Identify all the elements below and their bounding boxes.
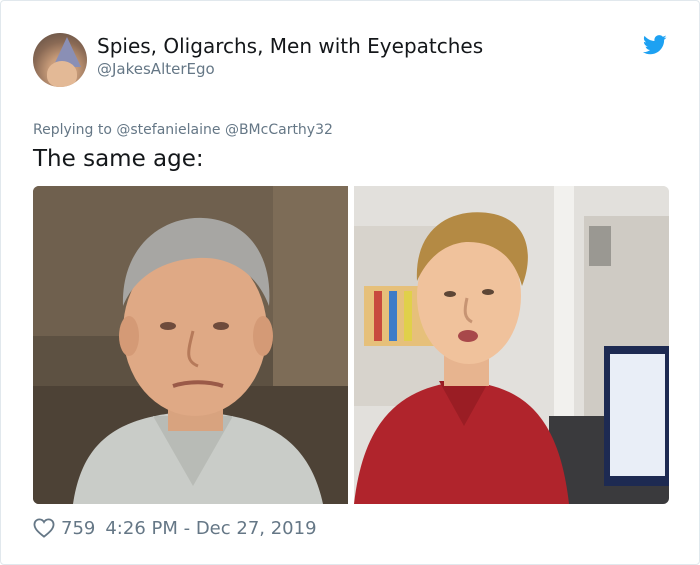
tweet-card: Spies, Oligarchs, Men with Eyepatches @J… — [0, 0, 700, 565]
photo-older-man[interactable] — [33, 186, 348, 504]
tweet-text: The same age: — [33, 146, 204, 172]
display-name[interactable]: Spies, Oligarchs, Men with Eyepatches — [97, 34, 483, 58]
photo-young-man-illustration — [354, 186, 669, 504]
heart-outline-icon[interactable] — [33, 518, 55, 538]
tweet-footer: 759 4:26 PM - Dec 27, 2019 — [33, 514, 317, 542]
replying-to[interactable]: Replying to @stefanielaine @BMcCarthy32 — [33, 122, 333, 138]
user-avatar[interactable] — [33, 33, 87, 87]
tweet-timestamp[interactable]: 4:26 PM - Dec 27, 2019 — [105, 518, 316, 539]
tweet-media[interactable] — [33, 186, 669, 504]
avatar-face — [47, 61, 77, 87]
twitter-bird-icon[interactable] — [643, 35, 667, 55]
like-count[interactable]: 759 — [61, 518, 95, 539]
photo-older-man-illustration — [33, 186, 348, 504]
user-handle[interactable]: @JakesAlterEgo — [97, 60, 215, 78]
photo-young-man[interactable] — [354, 186, 669, 504]
